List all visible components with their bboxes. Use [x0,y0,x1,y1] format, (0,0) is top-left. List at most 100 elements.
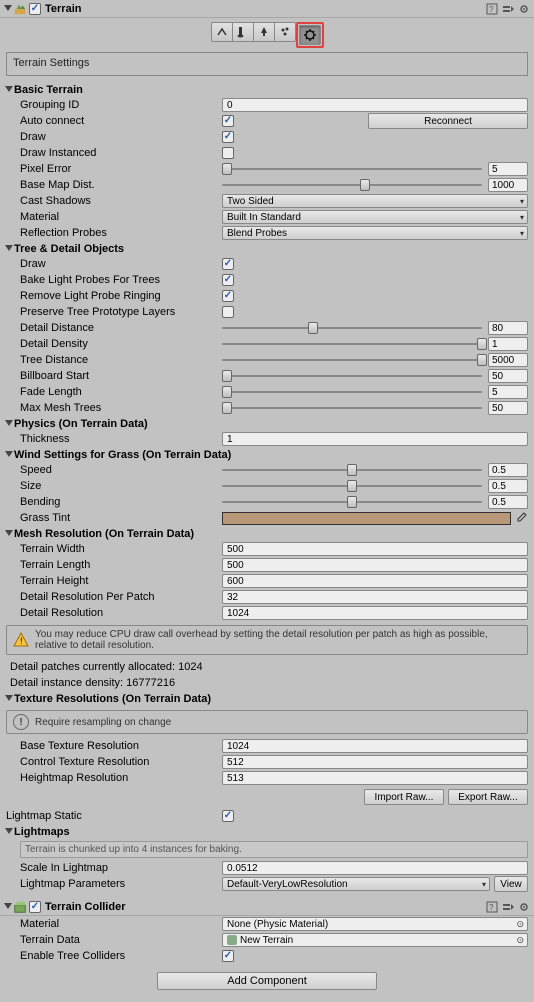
gear-icon[interactable] [517,900,531,914]
foldout-icon[interactable] [4,245,14,253]
wind-size-slider[interactable] [222,485,482,487]
preset-icon[interactable] [501,900,515,914]
wind-bending-label: Bending [20,496,222,508]
billboard-start-slider[interactable] [222,375,482,377]
basic-terrain-header[interactable]: Basic Terrain [0,82,534,97]
add-component-button[interactable]: Add Component [157,972,377,990]
wind-speed-slider[interactable] [222,469,482,471]
lightmaps-header[interactable]: Lightmaps [0,824,534,839]
tree-detail-header[interactable]: Tree & Detail Objects [0,241,534,256]
detail-distance-slider[interactable] [222,327,482,329]
base-map-dist-label: Base Map Dist. [20,179,222,191]
lightmap-view-button[interactable]: View [494,876,528,892]
tool-settings[interactable] [299,25,321,45]
reference-icon[interactable]: ? [485,900,499,914]
base-tex-input[interactable] [222,739,528,753]
base-tex-label: Base Texture Resolution [20,740,222,752]
detail-res-patch-input[interactable] [222,590,528,604]
tree-draw-checkbox[interactable] [222,258,234,270]
wind-speed-value[interactable]: 0.5 [488,463,528,477]
enable-tree-colliders-checkbox[interactable] [222,950,234,962]
terrain-width-input[interactable] [222,542,528,556]
wind-bending-slider[interactable] [222,501,482,503]
foldout-icon[interactable] [4,451,14,459]
terrain-length-input[interactable] [222,558,528,572]
terrain-height-input[interactable] [222,574,528,588]
auto-connect-checkbox[interactable] [222,115,234,127]
physics-header[interactable]: Physics (On Terrain Data) [0,416,534,431]
foldout-icon[interactable] [4,420,14,428]
grass-tint-swatch[interactable] [222,512,511,525]
grass-tint-label: Grass Tint [20,512,222,524]
lightmap-static-checkbox[interactable] [222,810,234,822]
gear-icon[interactable] [517,2,531,16]
preserve-proto-label: Preserve Tree Prototype Layers [20,306,222,318]
heightmap-input[interactable] [222,771,528,785]
wind-bending-value[interactable]: 0.5 [488,495,528,509]
base-map-dist-slider[interactable] [222,184,482,186]
base-map-dist-row: Base Map Dist. 1000 [0,177,534,193]
detail-density-slider[interactable] [222,343,482,345]
tool-paint-texture[interactable] [232,22,254,42]
lightmap-params-dropdown[interactable]: Default-VeryLowResolution [222,877,490,891]
collider-material-field[interactable]: None (Physic Material) [222,917,528,931]
foldout-icon[interactable] [4,530,14,538]
import-raw-button[interactable]: Import Raw... [364,789,444,805]
cast-shadows-dropdown[interactable]: Two Sided [222,194,528,208]
max-mesh-trees-slider[interactable] [222,407,482,409]
tree-distance-slider[interactable] [222,359,482,361]
tree-distance-value[interactable]: 5000 [488,353,528,367]
foldout-icon[interactable] [3,903,13,911]
foldout-icon[interactable] [3,5,13,13]
fade-length-slider[interactable] [222,391,482,393]
thickness-input[interactable] [222,432,528,446]
tool-paint-details[interactable] [274,22,296,42]
material-row: Material Built In Standard [0,209,534,225]
draw-checkbox[interactable] [222,131,234,143]
terrain-enable-checkbox[interactable] [29,3,41,15]
draw-instanced-checkbox[interactable] [222,147,234,159]
tool-raise-lower[interactable] [211,22,233,42]
detail-distance-label: Detail Distance [20,322,222,334]
base-map-dist-value[interactable]: 1000 [488,178,528,192]
reference-icon[interactable]: ? [485,2,499,16]
wind-header[interactable]: Wind Settings for Grass (On Terrain Data… [0,447,534,462]
terrain-data-field[interactable]: New Terrain [222,933,528,947]
export-raw-button[interactable]: Export Raw... [448,789,528,805]
billboard-start-value[interactable]: 50 [488,369,528,383]
fade-length-value[interactable]: 5 [488,385,528,399]
lightmap-note: Terrain is chunked up into 4 instances f… [20,841,528,858]
foldout-icon[interactable] [4,828,14,836]
thickness-label: Thickness [20,433,222,445]
pixel-error-value[interactable]: 5 [488,162,528,176]
foldout-icon[interactable] [4,695,14,703]
detail-density-value[interactable]: 1 [488,337,528,351]
bake-light-checkbox[interactable] [222,274,234,286]
reflection-probes-dropdown[interactable]: Blend Probes [222,226,528,240]
texres-label: Texture Resolutions (On Terrain Data) [14,693,211,705]
collider-enable-checkbox[interactable] [29,901,41,913]
mesh-res-header[interactable]: Mesh Resolution (On Terrain Data) [0,526,534,541]
grouping-id-input[interactable] [222,98,528,112]
wind-size-value[interactable]: 0.5 [488,479,528,493]
texres-header[interactable]: Texture Resolutions (On Terrain Data) [0,691,534,706]
reconnect-button[interactable]: Reconnect [368,113,528,129]
enable-tree-colliders-label: Enable Tree Colliders [20,950,222,962]
terrain-header: Terrain ? [0,0,534,18]
eyedropper-icon[interactable] [514,511,528,525]
lightmap-scale-input[interactable] [222,861,528,875]
preset-icon[interactable] [501,2,515,16]
foldout-icon[interactable] [4,86,14,94]
control-tex-input[interactable] [222,755,528,769]
detail-distance-value[interactable]: 80 [488,321,528,335]
pixel-error-slider[interactable] [222,168,482,170]
material-dropdown[interactable]: Built In Standard [222,210,528,224]
detail-res-input[interactable] [222,606,528,620]
preserve-proto-checkbox[interactable] [222,306,234,318]
tool-paint-trees[interactable] [253,22,275,42]
max-mesh-trees-value[interactable]: 50 [488,401,528,415]
terrain-title: Terrain [45,3,81,15]
control-tex-label: Control Texture Resolution [20,756,222,768]
remove-ringing-checkbox[interactable] [222,290,234,302]
settings-label-box: Terrain Settings [6,52,528,76]
